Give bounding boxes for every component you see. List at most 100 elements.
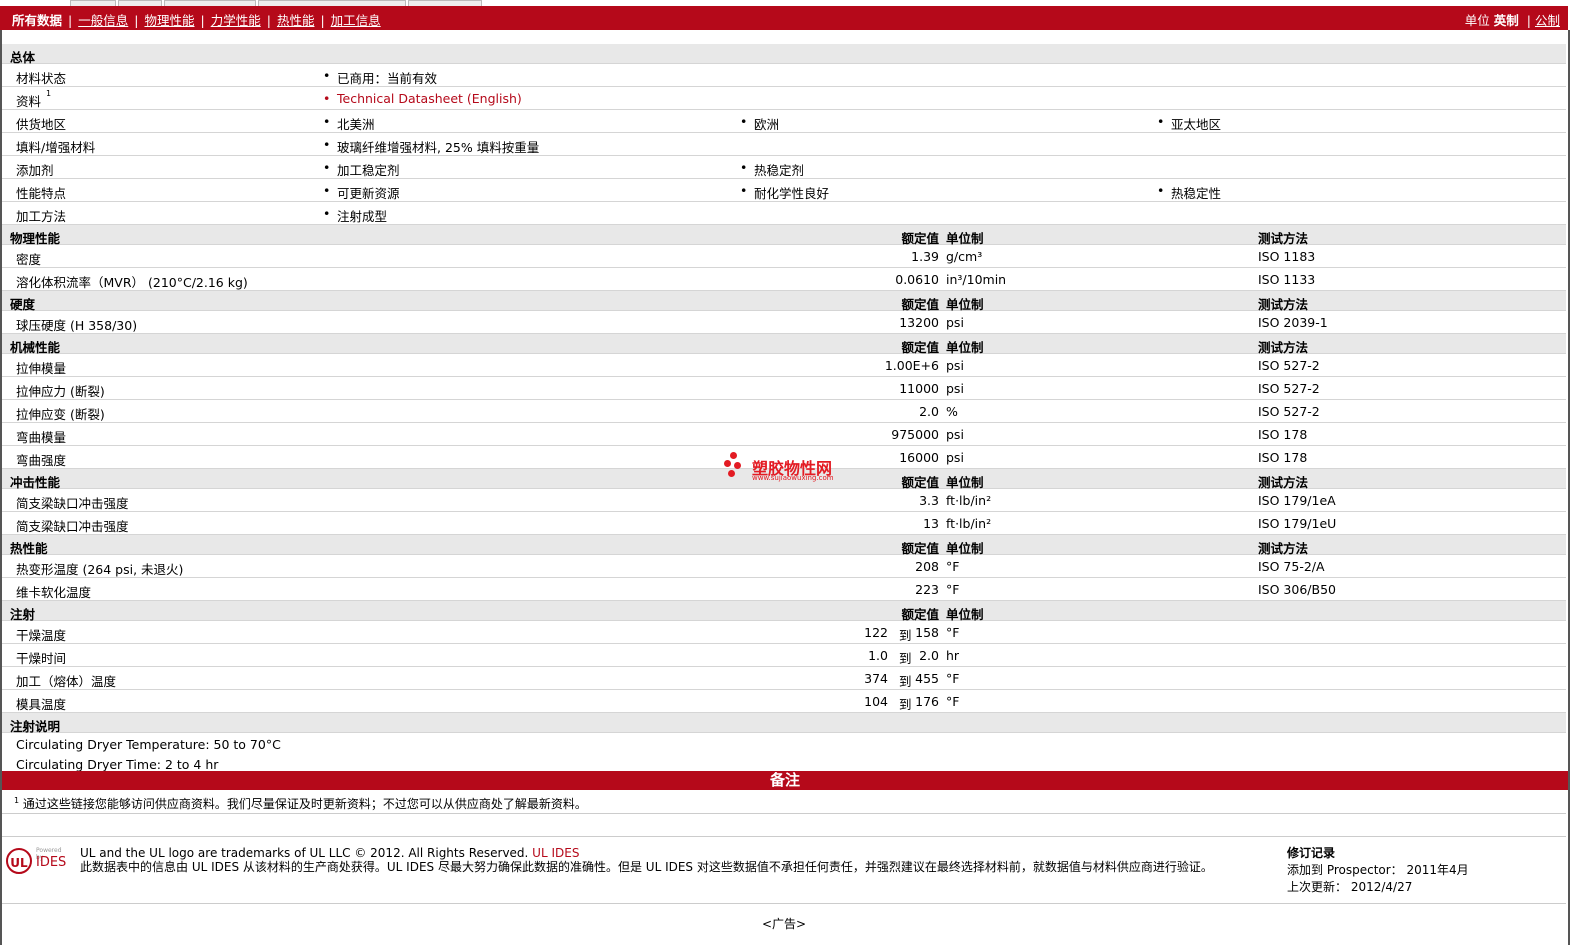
footnote-marker: 1	[14, 796, 20, 805]
property-row: 简支梁缺口冲击强度 13 ft·lb/in² ISO 179/1eU	[2, 512, 1566, 535]
range-to: 到	[899, 651, 912, 666]
watermark-logo: 塑胶物性网 www.sujiaowuxing.com	[722, 452, 862, 486]
property-label: 干燥时间	[16, 651, 67, 666]
note-line: Circulating Dryer Time: 2 to 4 hr	[16, 757, 219, 772]
range-high: 2.0	[919, 648, 939, 663]
datasheet-link[interactable]: Technical Datasheet (English)	[323, 91, 522, 106]
property-unit: °F	[946, 671, 960, 686]
test-method: ISO 1133	[1258, 272, 1316, 287]
property-label: 热变形温度 (264 psi, 未退火)	[16, 562, 184, 577]
nav-processing[interactable]: 加工信息	[331, 13, 381, 28]
property-unit: ft·lb/in²	[946, 516, 992, 531]
property-unit: psi	[946, 358, 964, 373]
watermark-url: www.sujiaowuxing.com	[752, 474, 834, 482]
nav-separator: |	[320, 13, 325, 28]
footnote-text: 通过这些链接您能够访问供应商资料。我们尽量保证及时更新资料；不过您可以从供应商处…	[22, 797, 587, 811]
property-value: 1.39	[911, 249, 939, 264]
units-current: 英制	[1493, 13, 1519, 28]
disclaimer-text: 此数据表中的信息由 UL IDES 从该材料的生产商处获得。UL IDES 尽最…	[80, 860, 1213, 874]
ul-ides-logo: UL Powered by IDES	[6, 847, 70, 876]
property-label: 弯曲模量	[16, 430, 67, 445]
property-label: 弯曲强度	[16, 453, 67, 468]
property-value: 亚太地区	[1157, 114, 1221, 133]
units-metric-link[interactable]: 公制	[1535, 13, 1560, 28]
range-to: 到	[899, 697, 912, 712]
property-unit: ft·lb/in²	[946, 493, 992, 508]
property-label: 干燥温度	[16, 628, 67, 643]
property-row: 弯曲模量 975000 psi ISO 178	[2, 423, 1566, 446]
property-value: 208	[915, 559, 939, 574]
range-to: 到	[899, 674, 912, 689]
test-method: ISO 527-2	[1258, 404, 1320, 419]
property-value: 北美洲	[323, 114, 374, 133]
property-label: 维卡软化温度	[16, 585, 92, 600]
trademark-text: UL and the UL logo are trademarks of UL …	[80, 846, 533, 860]
property-label: 拉伸应力 (断裂)	[16, 384, 105, 399]
section-header: 机械性能 额定值 单位制 测试方法	[2, 334, 1566, 355]
property-value: 耐化学性良好	[740, 183, 829, 202]
unit-switcher: 单位 英制 | 公制	[1465, 10, 1560, 29]
property-label: 加工方法	[16, 209, 67, 224]
nav-separator: |	[134, 13, 139, 28]
property-unit: °F	[946, 582, 960, 597]
revision-updated: 上次更新： 2012/4/27	[1287, 880, 1413, 894]
range-low: 1.0	[868, 648, 888, 663]
revision-added: 添加到 Prospector： 2011年4月	[1287, 863, 1469, 877]
section-header-general: 总体	[2, 44, 1566, 65]
ad-placeholder[interactable]: <广告>	[0, 915, 1568, 932]
test-method: ISO 179/1eU	[1258, 516, 1337, 531]
general-row: 材料状态 已商用：当前有效	[2, 64, 1566, 87]
property-label: 资料	[16, 94, 42, 109]
property-unit: hr	[946, 648, 960, 663]
units-label: 单位	[1464, 13, 1490, 28]
property-label: 拉伸应变 (断裂)	[16, 407, 105, 422]
property-row: 热变形温度 (264 psi, 未退火) 208 °F ISO 75-2/A	[2, 555, 1566, 578]
property-row: 密度 1.39 g/cm³ ISO 1183	[2, 245, 1566, 268]
nav-mechanical[interactable]: 力学性能	[211, 13, 261, 28]
property-unit: g/cm³	[946, 249, 983, 264]
property-row: 维卡软化温度 223 °F ISO 306/B50	[2, 578, 1566, 601]
test-method: ISO 179/1eA	[1258, 493, 1336, 508]
property-row: 简支梁缺口冲击强度 3.3 ft·lb/in² ISO 179/1eA	[2, 489, 1566, 512]
property-row: 球压硬度 (H 358/30) 13200 psi ISO 2039-1	[2, 311, 1566, 334]
property-unit: psi	[946, 315, 964, 330]
test-method: ISO 1183	[1258, 249, 1316, 264]
nav-thermal[interactable]: 热性能	[277, 13, 315, 28]
range-low: 374	[864, 671, 888, 686]
test-method: ISO 527-2	[1258, 381, 1320, 396]
property-value: 注射成型	[323, 206, 387, 225]
general-row: 填料/增强材料 玻璃纤维增强材料, 25% 填料按重量	[2, 133, 1566, 156]
nav-separator: |	[68, 13, 73, 28]
test-method: ISO 527-2	[1258, 358, 1320, 373]
test-method: ISO 178	[1258, 450, 1308, 465]
nav-separator: |	[200, 13, 205, 28]
note-line: Circulating Dryer Temperature: 50 to 70°…	[16, 737, 281, 752]
injection-row: 干燥温度 122 到 158 °F	[2, 621, 1566, 644]
property-value: 热稳定性	[1157, 183, 1221, 202]
section-header-notes: 注射说明	[2, 713, 1566, 734]
section-header: 热性能 额定值 单位制 测试方法	[2, 535, 1566, 556]
nav-general[interactable]: 一般信息	[78, 13, 128, 28]
general-row: 加工方法 注射成型	[2, 202, 1566, 225]
property-label: 密度	[16, 252, 42, 267]
revision-history: 修订记录 添加到 Prospector： 2011年4月 上次更新： 2012/…	[1287, 845, 1469, 896]
ul-logo-icon: UL	[6, 848, 32, 874]
range-low: 104	[864, 694, 888, 709]
property-label: 拉伸模量	[16, 361, 67, 376]
property-unit: °F	[946, 625, 960, 640]
revision-title: 修订记录	[1287, 846, 1336, 860]
property-label: 球压硬度 (H 358/30)	[16, 318, 138, 333]
remarks-footnote: 1 通过这些链接您能够访问供应商资料。我们尽量保证及时更新资料；不过您可以从供应…	[14, 795, 587, 812]
test-method: ISO 75-2/A	[1258, 559, 1325, 574]
property-value: 2.0	[919, 404, 939, 419]
property-value: 玻璃纤维增强材料, 25% 填料按重量	[323, 137, 539, 156]
nav-all-data[interactable]: 所有数据	[12, 13, 62, 28]
property-label: 材料状态	[16, 71, 67, 86]
nav-physical[interactable]: 物理性能	[144, 13, 194, 28]
property-unit: psi	[946, 381, 964, 396]
property-unit: °F	[946, 559, 960, 574]
ul-ides-link[interactable]: UL IDES	[532, 846, 579, 860]
divider	[2, 903, 1566, 904]
general-row: 性能特点 可更新资源 耐化学性良好 热稳定性	[2, 179, 1566, 202]
property-unit: in³/10min	[946, 272, 1007, 287]
